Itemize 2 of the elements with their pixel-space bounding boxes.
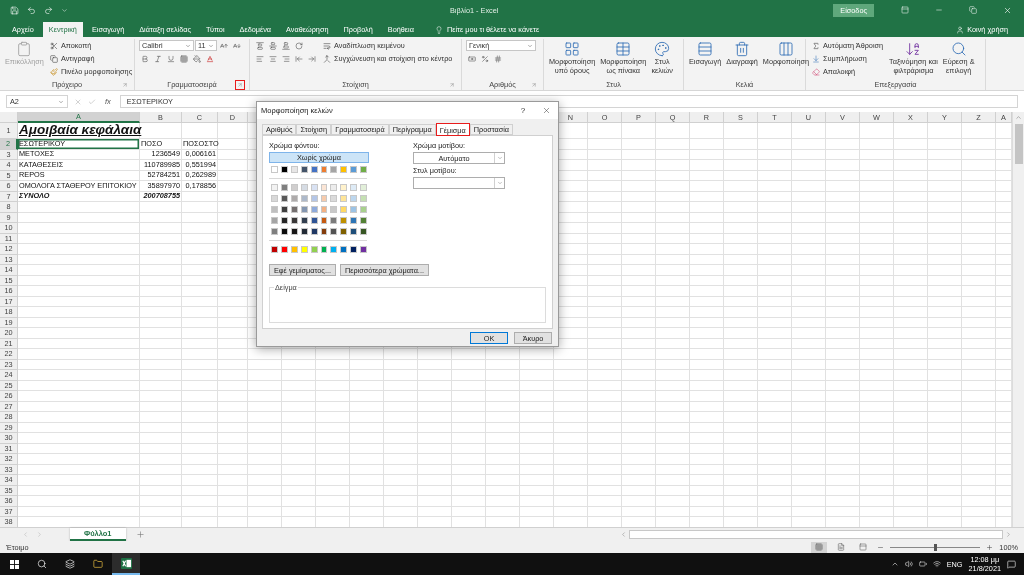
help-button[interactable]: ? — [512, 105, 534, 116]
sheet-title: Αμοιβαία κεφάλαια — [18, 123, 140, 139]
